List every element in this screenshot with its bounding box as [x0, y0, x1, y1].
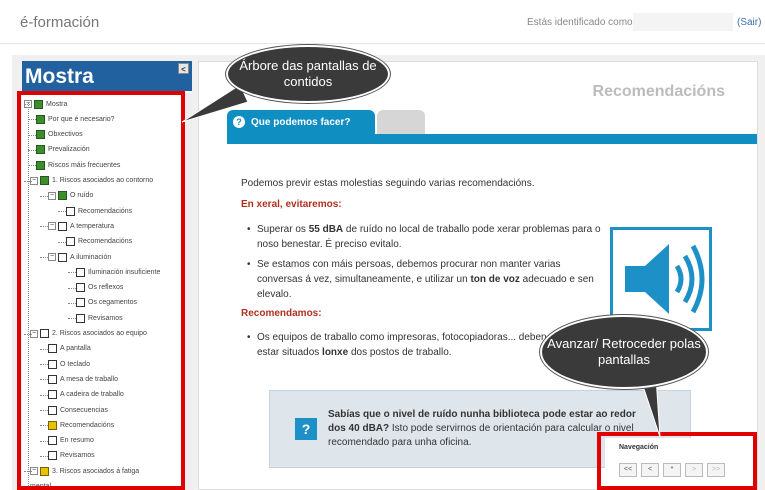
- tab-label: Que podemos facer?: [251, 116, 351, 128]
- sidebar-title: Mostra <: [22, 61, 192, 91]
- brand-title: é-formación: [20, 14, 100, 31]
- question-icon: ?: [295, 418, 317, 440]
- tree-highlight-box: [17, 91, 185, 490]
- bullet-text: Superar os: [257, 224, 309, 235]
- section-heading-recommend: Recomendamos:: [241, 308, 322, 319]
- section-heading-avoid: En xeral, evitaremos:: [241, 199, 342, 210]
- content-panel: Recomendacións ? Que podemos facer? Pode…: [198, 61, 758, 490]
- callout-navigation: Avanzar/ Retroceder polas pantallas: [540, 315, 708, 389]
- username-field: [633, 13, 733, 31]
- bullet-emph: lonxe: [322, 347, 349, 358]
- page-title: Recomendacións: [592, 83, 725, 100]
- bullet-noise-level: Superar os 55 dBA de ruído no local de t…: [247, 222, 607, 252]
- page: é-formación Estás identificado como (Sai…: [0, 0, 765, 490]
- bullet-emph: 55 dBA: [308, 224, 344, 235]
- bullet-text: dos postos de traballo.: [348, 347, 452, 358]
- bullet-emph: ton de voz: [470, 274, 520, 285]
- bullet-conversations: Se estamos con máis persoas, debemos pro…: [247, 257, 607, 302]
- tab-underline: [227, 134, 757, 144]
- identified-as-label: Estás identificado como: [527, 17, 633, 28]
- collapse-sidebar-button[interactable]: <: [178, 63, 189, 74]
- intro-text: Podemos previr estas molestias seguindo …: [241, 178, 535, 189]
- tab-bar: ? Que podemos facer?: [227, 110, 757, 144]
- bullet-equipment: Os equipos de traballo como impresoras, …: [247, 330, 557, 360]
- app-header: é-formación Estás identificado como (Sai…: [0, 0, 765, 44]
- callout-tree: Árbore das pantallas de contidos: [226, 45, 390, 103]
- sidebar-title-text: Mostra: [25, 65, 94, 88]
- tab-secondary[interactable]: [377, 110, 425, 134]
- navigation-highlight-box: [597, 432, 757, 490]
- logout-link[interactable]: (Sair): [737, 17, 761, 28]
